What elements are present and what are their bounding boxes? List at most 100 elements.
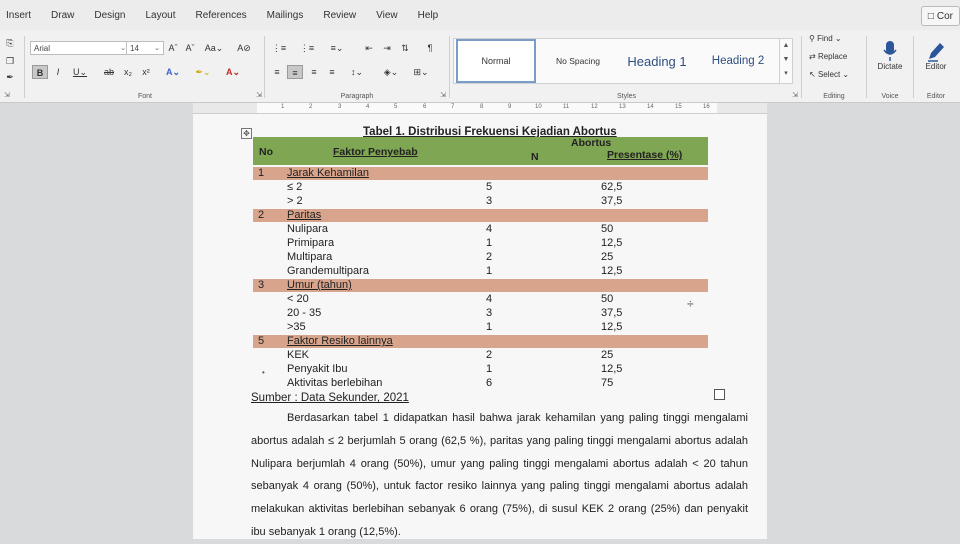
row-count: 3: [486, 307, 493, 319]
chevron-down-icon: ⌄: [154, 45, 160, 52]
ribbon: ⎘ ❐ ✒ ⇲ Arial ⌄ 14 ⌄ Aˆ Aˇ Aa⌄ A⊘ B I U⌄…: [0, 30, 960, 103]
paragraph-group-label: Paragraph: [340, 93, 374, 100]
row-count: 5: [486, 181, 493, 193]
horizontal-ruler[interactable]: 1 2 3 4 5 6 7 8 9 10 11 12 13 14 15 16: [193, 103, 767, 114]
align-center-icon[interactable]: ≡: [287, 65, 303, 79]
decrease-indent-icon[interactable]: ⇤: [362, 41, 376, 55]
tab-view[interactable]: View: [376, 10, 398, 21]
highlight-color-icon[interactable]: ✒⌄: [194, 65, 212, 79]
tab-design[interactable]: Design: [94, 10, 125, 21]
section-label: Umur (tahun): [287, 279, 352, 291]
row-label: Aktivitas berlebihan: [287, 377, 383, 389]
clipboard-launcher-icon[interactable]: ⇲: [4, 91, 10, 99]
font-launcher-icon[interactable]: ⇲: [256, 91, 262, 99]
styles-group: Styles ⇲: [453, 30, 800, 102]
line-spacing-icon[interactable]: ↕⌄: [346, 65, 368, 79]
bullets-icon[interactable]: ⋮≡: [270, 41, 288, 55]
section-label: Paritas: [287, 209, 322, 221]
row-count: 1: [486, 363, 493, 375]
styles-launcher-icon[interactable]: ⇲: [792, 91, 798, 99]
shading-icon[interactable]: ◈⌄: [380, 65, 402, 79]
section-band: [253, 209, 708, 222]
section-number: 1: [258, 167, 265, 179]
row-count: 4: [486, 293, 493, 305]
grow-font-icon[interactable]: Aˆ: [166, 41, 180, 55]
font-group-label: Font: [137, 93, 152, 100]
table-header-row: No Faktor Penyebab Abortus N Presentase …: [253, 137, 708, 165]
header-n: N: [531, 151, 539, 163]
paragraph-group: ⋮≡ ⋮≡ ≡⌄ ⇤ ⇥ ⇅ ¶ ≡ ≡ ≡ ≡ ↕⌄ ◈⌄ ⊞⌄ Paragr…: [266, 30, 448, 102]
tab-review[interactable]: Review: [323, 10, 356, 21]
table-move-handle-icon[interactable]: ✥: [241, 128, 252, 139]
row-count: 1: [486, 321, 493, 333]
text-effects-icon[interactable]: A⌄: [164, 65, 182, 79]
underline-button[interactable]: U⌄: [70, 65, 90, 79]
divider: [264, 36, 265, 98]
row-percent: 37,5: [601, 307, 623, 319]
clear-formatting-icon[interactable]: A⊘: [236, 41, 252, 55]
section-number: 3: [258, 279, 265, 291]
voice-group-label: Voice: [881, 93, 899, 100]
body-paragraph: Berdasarkan tabel 1 didapatkan hasil bah…: [251, 407, 748, 544]
row-percent: 12,5: [601, 321, 623, 333]
font-name-combo[interactable]: Arial ⌄: [30, 41, 130, 55]
row-count: 2: [486, 349, 493, 361]
subscript-icon[interactable]: x₂: [122, 65, 134, 79]
borders-icon[interactable]: ⊞⌄: [410, 65, 432, 79]
row-label: Grandemultipara: [287, 265, 369, 277]
ruler-number: 4: [366, 104, 370, 110]
ruler-number: 5: [394, 104, 398, 110]
font-color-icon[interactable]: A⌄: [224, 65, 242, 79]
bold-button[interactable]: B: [32, 65, 48, 79]
tab-mailings[interactable]: Mailings: [267, 10, 304, 21]
ruler-number: 1: [281, 104, 285, 110]
header-presentase: Presentase (%): [607, 149, 683, 161]
font-size-combo[interactable]: 14 ⌄: [126, 41, 164, 55]
paragraph-launcher-icon[interactable]: ⇲: [440, 91, 446, 99]
align-left-icon[interactable]: ≡: [270, 65, 284, 79]
shrink-font-icon[interactable]: Aˇ: [183, 41, 197, 55]
row-percent: 25: [601, 349, 614, 361]
strikethrough-icon[interactable]: ab: [102, 65, 116, 79]
row-count: 4: [486, 223, 493, 235]
numbering-icon[interactable]: ⋮≡: [298, 41, 316, 55]
ruler-number: 3: [338, 104, 342, 110]
row-percent: 62,5: [601, 181, 623, 193]
row-label: 20 - 35: [287, 307, 322, 319]
sort-icon[interactable]: ⇅: [398, 41, 412, 55]
styles-group-label: Styles: [616, 93, 637, 100]
tab-draw[interactable]: Draw: [51, 10, 74, 21]
increase-indent-icon[interactable]: ⇥: [380, 41, 394, 55]
superscript-icon[interactable]: x²: [140, 65, 152, 79]
document-page[interactable]: ✥ Tabel 1. Distribusi Frekuensi Kejadian…: [193, 114, 767, 539]
row-percent: 50: [601, 223, 614, 235]
tab-layout[interactable]: Layout: [146, 10, 176, 21]
body-paragraph-text: Berdasarkan tabel 1 didapatkan hasil bah…: [251, 412, 748, 538]
bullet-mark-icon: •: [262, 368, 265, 377]
italic-button[interactable]: I: [52, 65, 64, 79]
row-count: 6: [486, 377, 493, 389]
font-size-value: 14: [130, 44, 139, 53]
justify-icon[interactable]: ≡: [325, 65, 339, 79]
divider: [801, 36, 802, 98]
tab-references[interactable]: References: [196, 10, 247, 21]
comments-button[interactable]: □ Cor: [920, 6, 960, 26]
comment-icon: □: [927, 10, 934, 22]
table-source: Sumber : Data Sekunder, 2021: [251, 392, 409, 404]
row-percent: 37,5: [601, 195, 623, 207]
tab-help[interactable]: Help: [418, 10, 439, 21]
paste-icon[interactable]: ⎘: [4, 36, 16, 50]
row-label: Multipara: [287, 251, 333, 263]
ruler-number: 13: [619, 104, 626, 110]
change-case-icon[interactable]: Aa⌄: [202, 41, 226, 55]
table-resize-handle-icon[interactable]: [714, 389, 725, 400]
ruler-number: 11: [563, 104, 570, 110]
align-right-icon[interactable]: ≡: [307, 65, 321, 79]
show-marks-icon[interactable]: ¶: [424, 41, 436, 55]
multilevel-list-icon[interactable]: ≡⌄: [328, 41, 346, 55]
header-no: No: [259, 146, 273, 158]
tab-insert[interactable]: Insert: [6, 10, 31, 21]
format-painter-icon[interactable]: ✒: [4, 70, 16, 84]
row-percent: 12,5: [601, 237, 623, 249]
copy-icon[interactable]: ❐: [4, 54, 16, 68]
